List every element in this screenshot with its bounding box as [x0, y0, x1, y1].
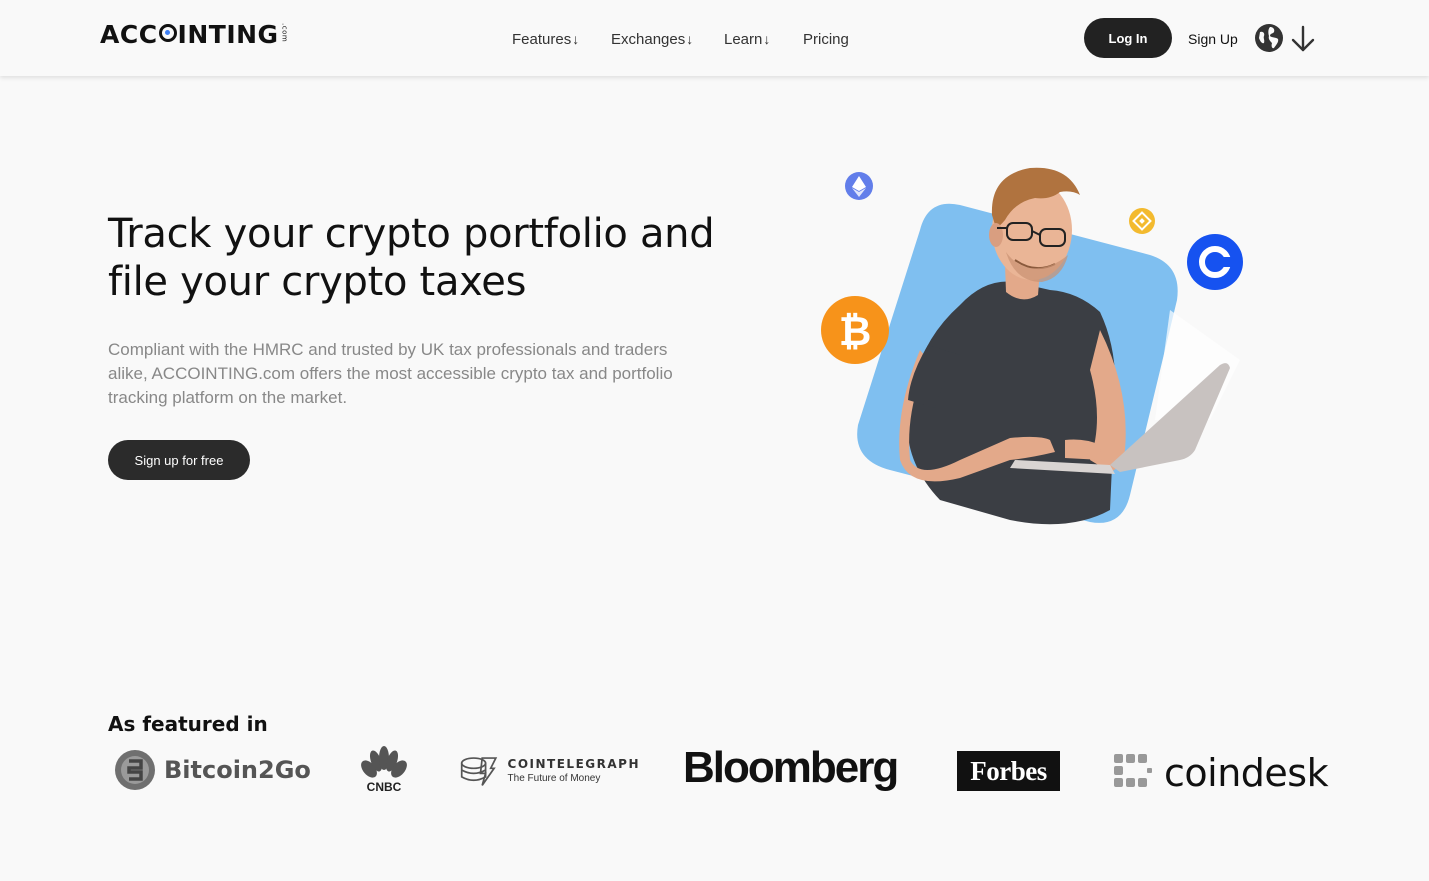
- logo-cnbc[interactable]: CNBC: [356, 745, 412, 795]
- cnbc-text: CNBC: [367, 780, 402, 793]
- cointelegraph-tagline: The Future of Money: [507, 772, 601, 784]
- chevron-down-icon: ↓: [686, 31, 694, 47]
- logo-forbes[interactable]: Forbes: [957, 751, 1060, 791]
- coindesk-text: coindesk: [1164, 751, 1329, 795]
- coinbase-icon: [1187, 234, 1243, 290]
- binance-coin-icon: [1129, 208, 1155, 234]
- chevron-down-icon: ↓: [763, 31, 771, 47]
- logo-text-left: ACC: [100, 20, 158, 49]
- nav-item-exchanges[interactable]: Exchanges ↓: [611, 28, 724, 50]
- nav-item-pricing[interactable]: Pricing: [803, 28, 849, 50]
- logo-cointelegraph[interactable]: COINTELEGRAPH The Future of Money: [460, 745, 640, 795]
- nav-label-learn: Learn: [724, 30, 763, 48]
- login-button[interactable]: Log In: [1084, 18, 1172, 58]
- chevron-down-icon: ↓: [572, 31, 580, 47]
- nav-item-learn[interactable]: Learn ↓: [724, 28, 803, 50]
- nav-item-features[interactable]: Features ↓: [512, 28, 611, 50]
- svg-text:₿: ₿: [839, 309, 872, 355]
- logo-suffix: .com: [280, 23, 289, 43]
- nav-label-features: Features: [512, 30, 572, 48]
- logo-text-right: INTING: [177, 20, 279, 49]
- logo-bitcoin2go[interactable]: Bitcoin2Go: [114, 745, 314, 795]
- hero-illustration: ₿: [821, 167, 1243, 525]
- bitcoin2go-text: Bitcoin2Go: [164, 756, 311, 784]
- ethereum-icon: [845, 172, 873, 200]
- signup-free-button[interactable]: Sign up for free: [108, 440, 250, 480]
- main-nav: Features ↓ Exchanges ↓ Learn ↓ Pricing: [512, 28, 849, 50]
- cointelegraph-text: COINTELEGRAPH: [507, 756, 640, 771]
- arrow-down-icon[interactable]: [1290, 25, 1316, 53]
- signup-link[interactable]: Sign Up: [1188, 31, 1238, 47]
- accointing-logo[interactable]: ACC INTING .com: [100, 22, 289, 52]
- logo-o-mark: [158, 24, 177, 42]
- logo-bloomberg[interactable]: Bloomberg: [683, 742, 899, 792]
- top-navbar: ACC INTING .com Features ↓ Exchanges ↓ L…: [0, 0, 1429, 76]
- hero-title: Track your crypto portfolio and file you…: [108, 211, 715, 305]
- cointelegraph-icon: [460, 757, 498, 786]
- globe-icon[interactable]: [1254, 23, 1284, 53]
- bitcoin2go-icon: [115, 750, 155, 790]
- bitcoin-icon: ₿: [821, 296, 889, 364]
- nav-label-exchanges: Exchanges: [611, 30, 686, 48]
- logo-coindesk[interactable]: coindesk: [1112, 748, 1329, 798]
- hero-subtitle: Compliant with the HMRC and trusted by U…: [108, 340, 673, 407]
- featured-heading: As featured in: [108, 712, 268, 736]
- coindesk-icon: [1114, 754, 1152, 787]
- cnbc-peacock-icon: CNBC: [361, 746, 407, 794]
- nav-label-pricing: Pricing: [803, 30, 849, 48]
